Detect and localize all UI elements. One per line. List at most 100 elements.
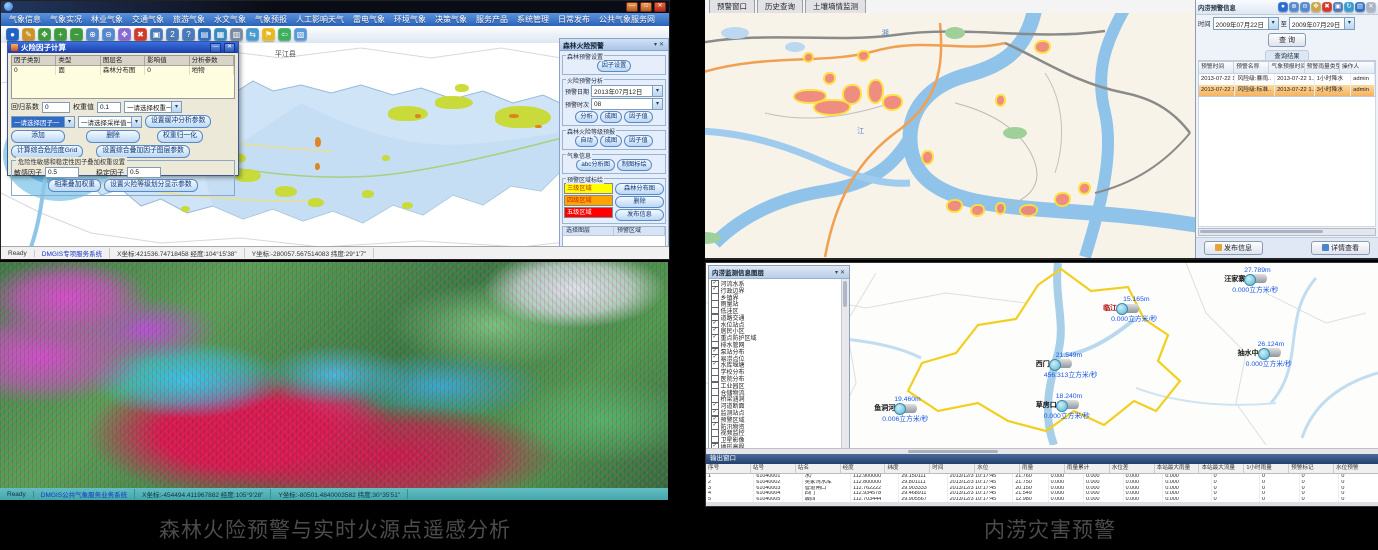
column-header[interactable]: 水位 (975, 464, 1020, 474)
gauge-cylinder-icon[interactable] (1261, 348, 1281, 357)
regression-input[interactable]: 0 (42, 102, 70, 113)
column-header[interactable]: 操作人 (1340, 62, 1375, 74)
minimize-button[interactable]: — (626, 2, 638, 12)
column-header[interactable]: 纬度 (885, 464, 930, 474)
gauge-cylinder-icon[interactable] (1119, 304, 1139, 313)
column-header[interactable]: 1小时雨量 (1244, 464, 1289, 474)
publish-info-button[interactable]: 发布信息 (1204, 241, 1263, 255)
panel-button[interactable]: 因子值 (624, 111, 653, 123)
panel-hscrollbar[interactable] (1198, 228, 1376, 236)
sample-select[interactable]: 一请选择采样值一▾ (78, 116, 142, 128)
panel-button[interactable]: 自动 (575, 135, 597, 147)
level-display-button[interactable]: 设置火险等级划分显示参数 (104, 179, 198, 192)
normalize-button[interactable]: 权重归一化 (157, 130, 203, 143)
column-header[interactable]: 气象预报时间 (1269, 62, 1304, 74)
panel-button[interactable]: 森林分布图 (615, 183, 664, 195)
close-icon[interactable]: ✕ (658, 41, 665, 48)
column-header[interactable]: 雨量 (1020, 464, 1065, 474)
buffer-params-button[interactable]: 设置缓冲分析参数 (145, 115, 211, 128)
column-header[interactable]: 分析参数 (190, 56, 234, 66)
panel-button[interactable]: 因子设置 (597, 60, 632, 72)
satellite-fire-image[interactable] (0, 262, 668, 488)
tab[interactable]: 预警窗口 (709, 0, 755, 13)
column-header[interactable]: 经度 (841, 464, 886, 474)
station-marker[interactable]: 26.124m 抽水中 0.000立方米/秒 (1238, 341, 1292, 368)
maximize-button[interactable]: □ (640, 2, 652, 12)
dialog-titlebar[interactable]: 火险因子计算 — ✕ (8, 42, 238, 53)
date-to-picker[interactable]: 2009年07月29日▾ (1289, 17, 1355, 30)
menu-item[interactable]: 服务产品 (476, 14, 508, 25)
column-header[interactable]: 预警名称 (1234, 62, 1269, 74)
column-header[interactable]: 水位预警 (1334, 464, 1378, 474)
station-marker[interactable]: 15.165m 临江 0.000立方米/秒 (1103, 296, 1157, 323)
column-header[interactable]: 雨量累计 (1065, 464, 1110, 474)
factor-table[interactable]: 因子类别类型图层名影响值分析参数 0面 森林分布图0 地物 (11, 55, 235, 99)
view-detail-button[interactable]: 详情查看 (1311, 241, 1370, 255)
sensitive-input[interactable]: 0.5 (45, 167, 79, 178)
column-header[interactable]: 水位差 (1110, 464, 1155, 474)
column-header[interactable]: 站号 (751, 464, 796, 474)
panel-button[interactable]: abc分析图 (576, 159, 615, 171)
stable-input[interactable]: 0.5 (127, 167, 161, 178)
panel-button[interactable]: 因子值 (624, 135, 653, 147)
panel-button[interactable]: 成图 (600, 111, 622, 123)
column-header[interactable]: 序号 (706, 464, 751, 474)
multiply-overlay-button[interactable]: 相乘叠加权重 (48, 179, 101, 192)
menu-item[interactable]: 系统管理 (517, 14, 549, 25)
menu-item[interactable]: 人工影响天气 (296, 14, 344, 25)
query-button[interactable]: 查 询 (1268, 33, 1306, 47)
table-hscrollbar[interactable] (706, 502, 1378, 506)
layer-vscrollbar[interactable] (841, 279, 849, 449)
factor-select[interactable]: 一请选择因子一▾ (11, 116, 75, 128)
panel-button[interactable]: 制图标绘 (617, 159, 652, 171)
panel-button[interactable]: 分析 (575, 111, 597, 123)
column-header[interactable]: 图层名 (101, 56, 145, 66)
warning-results-table[interactable]: 预警时间预警名称气象预报时间预警雨量类型操作人 2013-07-22 1..风险… (1198, 61, 1376, 97)
gauge-cylinder-icon[interactable] (1247, 274, 1267, 283)
menu-item[interactable]: 旅游气象 (173, 14, 205, 25)
station-data-table[interactable]: 序号站号站名经度纬度时间水位雨量雨量累计水位差本站最大雨量本站最大流量1小时雨量… (706, 464, 1378, 502)
menu-item[interactable]: 雷电气象 (353, 14, 385, 25)
window-titlebar[interactable]: — □ ✕ (1, 1, 669, 13)
column-header[interactable]: 类型 (56, 56, 100, 66)
list-column-header[interactable]: 预警区域 (614, 227, 665, 235)
dialog-minimize-button[interactable]: — (210, 43, 221, 53)
result-row[interactable]: 2013-07-22 1..风险级:标准.. 2013-07-22 1..3小时… (1199, 85, 1375, 96)
column-header[interactable]: 因子类别 (12, 56, 56, 66)
station-marker[interactable]: 19.460m 鱼洞河 0.006立方米/秒 (874, 396, 928, 423)
station-marker[interactable]: 21.549m 西门 456.313立方米/秒 (1036, 352, 1098, 379)
gauge-cylinder-icon[interactable] (1052, 359, 1072, 368)
weight-select[interactable]: 一请选择权重一▾ (124, 101, 182, 113)
panel-button[interactable]: 删除 (615, 196, 664, 208)
tab[interactable]: 土壤墒情监测 (805, 0, 866, 13)
date-from-picker[interactable]: 2009年07月22日▾ (1213, 17, 1279, 30)
column-header[interactable]: 影响值 (145, 56, 189, 66)
column-header[interactable]: 站名 (796, 464, 841, 474)
menu-item[interactable]: 交通气象 (132, 14, 164, 25)
tab[interactable]: 历史查询 (757, 0, 803, 13)
station-marker[interactable]: 27.789m 汪家寨 0.000立方米/秒 (1224, 267, 1278, 294)
column-header[interactable]: 时间 (930, 464, 975, 474)
menu-item[interactable]: 决策气象 (435, 14, 467, 25)
menu-item[interactable]: 水文气象 (214, 14, 246, 25)
layer-list[interactable]: 河流水系 行政边界 乡镇界 (709, 279, 849, 449)
close-button[interactable]: ✕ (654, 2, 666, 12)
add-button[interactable]: 添加 (11, 130, 65, 143)
menu-item[interactable]: 气象预报 (255, 14, 287, 25)
menu-item[interactable]: 林业气象 (91, 14, 123, 25)
menu-item[interactable]: 环境气象 (394, 14, 426, 25)
panel-button[interactable]: 发布信息 (615, 209, 664, 221)
table-row[interactable]: 0面 森林分布图0 地物 (12, 66, 234, 75)
gauge-cylinder-icon[interactable] (897, 404, 917, 413)
warn-date-select[interactable]: 2013年07月12日▾ (591, 85, 663, 97)
column-header[interactable]: 预警标记 (1289, 464, 1334, 474)
menu-item[interactable]: 气象信息 (9, 14, 41, 25)
column-header[interactable]: 预警雨量类型 (1305, 62, 1340, 74)
menu-item[interactable]: 公共气象服务网 (599, 14, 655, 25)
gauge-cylinder-icon[interactable] (1059, 400, 1079, 409)
close-icon[interactable]: ✕ (839, 269, 846, 276)
weight-input[interactable]: 0.1 (97, 102, 121, 113)
delete-button[interactable]: 删除 (86, 130, 140, 143)
column-header[interactable]: 本站最大雨量 (1155, 464, 1200, 474)
panel-button[interactable]: 成图 (600, 135, 622, 147)
